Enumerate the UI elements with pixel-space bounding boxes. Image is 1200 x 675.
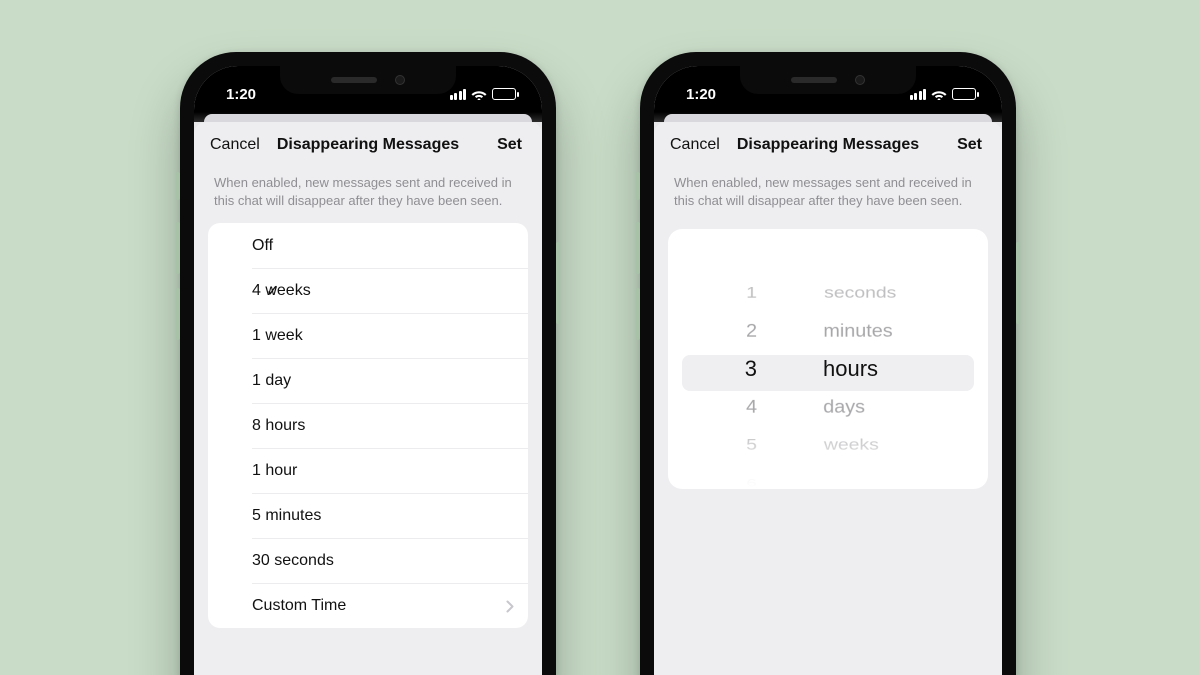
volume-down-button bbox=[176, 288, 180, 340]
notch bbox=[740, 66, 916, 94]
phone-mockup-left: 1:20 Cancel Disappearing Messages Set Wh… bbox=[180, 52, 556, 675]
option-label: 1 hour bbox=[252, 462, 297, 480]
phone-screen: 1:20 Cancel Disappearing Messages Set Wh… bbox=[194, 66, 542, 675]
cancel-button[interactable]: Cancel bbox=[670, 136, 732, 154]
picker-option[interactable]: weeks bbox=[824, 434, 879, 455]
option-5-minutes[interactable]: 5 minutes bbox=[252, 493, 528, 538]
option-custom-time[interactable]: Custom Time bbox=[252, 583, 528, 628]
option-label: 1 day bbox=[252, 372, 291, 390]
time-picker[interactable]: 1 2 3 4 5 6 seconds minutes hours days w… bbox=[668, 229, 988, 489]
picker-column-unit[interactable]: seconds minutes hours days weeks bbox=[823, 229, 923, 489]
wifi-icon bbox=[931, 88, 947, 100]
speaker-grille bbox=[331, 77, 377, 83]
front-camera bbox=[855, 75, 865, 85]
option-1-week[interactable]: 1 week bbox=[252, 313, 528, 358]
picker-column-number[interactable]: 1 2 3 4 5 6 bbox=[733, 229, 763, 489]
option-label: 4 weeks bbox=[252, 282, 311, 300]
picker-option[interactable]: minutes bbox=[823, 318, 892, 344]
phone-mockup-right: 1:20 Cancel Disappearing Messages Set Wh… bbox=[640, 52, 1016, 675]
option-8-hours[interactable]: 8 hours bbox=[252, 403, 528, 448]
status-time: 1:20 bbox=[226, 86, 256, 103]
checkmark-icon: ✓ bbox=[266, 281, 279, 301]
modal-nav: Cancel Disappearing Messages Set bbox=[654, 122, 1002, 166]
cancel-button[interactable]: Cancel bbox=[210, 136, 272, 154]
power-button bbox=[1016, 242, 1020, 324]
front-camera bbox=[395, 75, 405, 85]
options-list: Off ✓ 4 weeks 1 week 1 day 8 hours 1 hou… bbox=[208, 223, 528, 628]
status-time: 1:20 bbox=[686, 86, 716, 103]
picker-option[interactable]: days bbox=[823, 394, 865, 420]
description-text: When enabled, new messages sent and rece… bbox=[194, 166, 542, 223]
option-1-hour[interactable]: 1 hour bbox=[252, 448, 528, 493]
volume-up-button bbox=[636, 222, 640, 274]
speaker-grille bbox=[791, 77, 837, 83]
sheet-backdrop bbox=[194, 112, 542, 122]
option-label: Custom Time bbox=[252, 597, 346, 615]
mute-switch bbox=[176, 172, 180, 200]
volume-down-button bbox=[636, 288, 640, 340]
picker-option[interactable]: 5 bbox=[746, 434, 757, 455]
modal-sheet: Cancel Disappearing Messages Set When en… bbox=[194, 122, 542, 675]
set-button[interactable]: Set bbox=[464, 136, 526, 154]
power-button bbox=[556, 242, 560, 324]
picker-option[interactable]: 4 bbox=[746, 394, 757, 420]
volume-up-button bbox=[176, 222, 180, 274]
option-label: 1 week bbox=[252, 327, 303, 345]
notch bbox=[280, 66, 456, 94]
cellular-icon bbox=[910, 89, 927, 100]
mute-switch bbox=[636, 172, 640, 200]
modal-title: Disappearing Messages bbox=[277, 136, 459, 154]
chevron-right-icon bbox=[506, 600, 514, 613]
picker-option[interactable]: 1 bbox=[746, 282, 757, 303]
option-4-weeks[interactable]: ✓ 4 weeks bbox=[252, 268, 528, 313]
option-label: Off bbox=[252, 237, 273, 255]
cellular-icon bbox=[450, 89, 467, 100]
set-button[interactable]: Set bbox=[924, 136, 986, 154]
wifi-icon bbox=[471, 88, 487, 100]
battery-icon bbox=[952, 88, 976, 100]
picker-option[interactable]: 6 bbox=[746, 476, 756, 490]
option-30-seconds[interactable]: 30 seconds bbox=[252, 538, 528, 583]
option-label: 8 hours bbox=[252, 417, 305, 435]
picker-option[interactable]: seconds bbox=[824, 282, 896, 303]
picker-option-selected[interactable]: 3 bbox=[745, 355, 757, 383]
option-label: 30 seconds bbox=[252, 552, 334, 570]
picker-option-selected[interactable]: hours bbox=[823, 355, 878, 383]
modal-nav: Cancel Disappearing Messages Set bbox=[194, 122, 542, 166]
description-text: When enabled, new messages sent and rece… bbox=[654, 166, 1002, 223]
option-label: 5 minutes bbox=[252, 507, 321, 525]
option-off[interactable]: Off bbox=[208, 223, 528, 268]
option-1-day[interactable]: 1 day bbox=[252, 358, 528, 403]
phone-screen: 1:20 Cancel Disappearing Messages Set Wh… bbox=[654, 66, 1002, 675]
modal-title: Disappearing Messages bbox=[737, 136, 919, 154]
modal-sheet: Cancel Disappearing Messages Set When en… bbox=[654, 122, 1002, 675]
battery-icon bbox=[492, 88, 516, 100]
picker-option[interactable]: 2 bbox=[746, 318, 757, 344]
sheet-backdrop bbox=[654, 112, 1002, 122]
